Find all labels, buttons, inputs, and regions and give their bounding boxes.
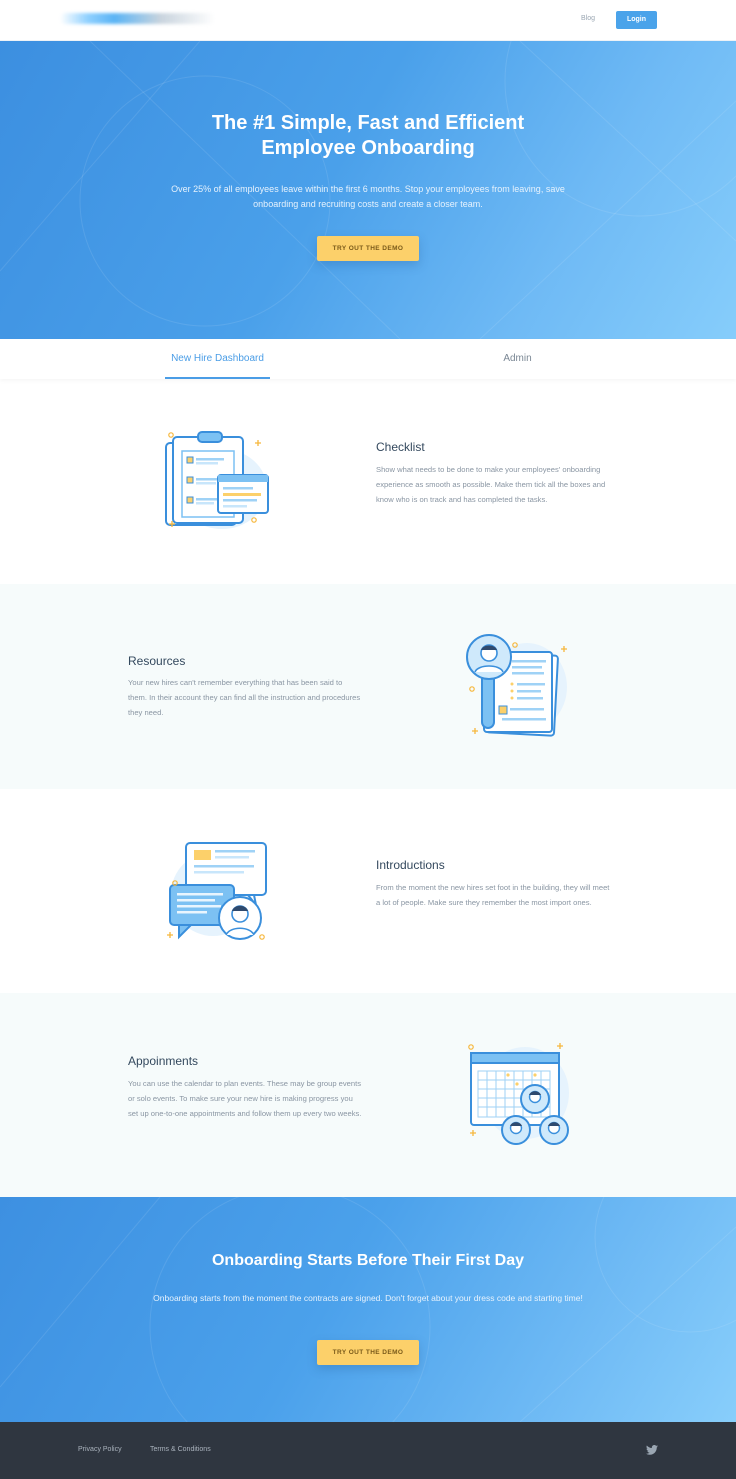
top-navbar: Blog Login: [0, 0, 736, 41]
clipboard-checklist-icon: [165, 431, 269, 529]
nav-blog-link[interactable]: Blog: [571, 15, 605, 22]
bottom-cta-subtitle: Onboarding starts from the moment the co…: [153, 1293, 583, 1303]
calendar-appointments-icon: [468, 1043, 569, 1145]
hero-title-line-1: The #1 Simple, Fast and Efficient: [211, 112, 525, 134]
logo[interactable]: [60, 13, 215, 24]
login-button[interactable]: Login: [616, 11, 657, 29]
hero-title: The #1 Simple, Fast and Efficient Employ…: [0, 111, 736, 161]
feature-description: You can use the calendar to plan events.…: [128, 1079, 362, 1118]
feature-resources: Resources Your new hires can't remember …: [0, 584, 736, 789]
try-demo-button[interactable]: TRY OUT THE DEMO: [317, 236, 419, 261]
try-demo-button-bottom[interactable]: TRY OUT THE DEMO: [317, 1340, 419, 1365]
feature-description: Your new hires can't remember everything…: [128, 678, 361, 717]
privacy-policy-link[interactable]: Privacy Policy: [78, 1446, 122, 1453]
hero-subtitle: Over 25% of all employees leave within t…: [171, 184, 565, 209]
footer: Privacy Policy Terms & Conditions: [0, 1422, 736, 1479]
feature-checklist: Checklist Show what needs to be done to …: [0, 379, 736, 584]
dashboard-tabs: New Hire Dashboard Admin: [0, 339, 736, 379]
feature-title: Introductions: [376, 858, 445, 872]
tab-admin[interactable]: Admin: [490, 339, 545, 379]
feature-title: Resources: [128, 654, 186, 668]
feature-description: Show what needs to be done to make your …: [376, 465, 606, 504]
feature-title: Appoinments: [128, 1054, 199, 1068]
resources-document-icon: [466, 634, 567, 737]
cta-background-decoration: [0, 1197, 736, 1422]
hero-section: The #1 Simple, Fast and Efficient Employ…: [0, 41, 736, 339]
terms-conditions-link[interactable]: Terms & Conditions: [150, 1446, 211, 1453]
feature-introductions: Introductions From the moment the new hi…: [0, 789, 736, 993]
twitter-icon[interactable]: [646, 1445, 658, 1455]
bottom-cta-title: Onboarding Starts Before Their First Day: [211, 1252, 525, 1269]
feature-appointments: Appoinments You can use the calendar to …: [0, 993, 736, 1197]
chat-introductions-icon: [167, 842, 267, 940]
feature-title: Checklist: [376, 440, 425, 454]
hero-title-line-2: Employee Onboarding: [261, 137, 475, 159]
bottom-cta-section: Onboarding Starts Before Their First Day…: [0, 1197, 736, 1422]
tab-new-hire-dashboard[interactable]: New Hire Dashboard: [165, 339, 270, 379]
feature-description: From the moment the new hires set foot i…: [376, 883, 610, 907]
